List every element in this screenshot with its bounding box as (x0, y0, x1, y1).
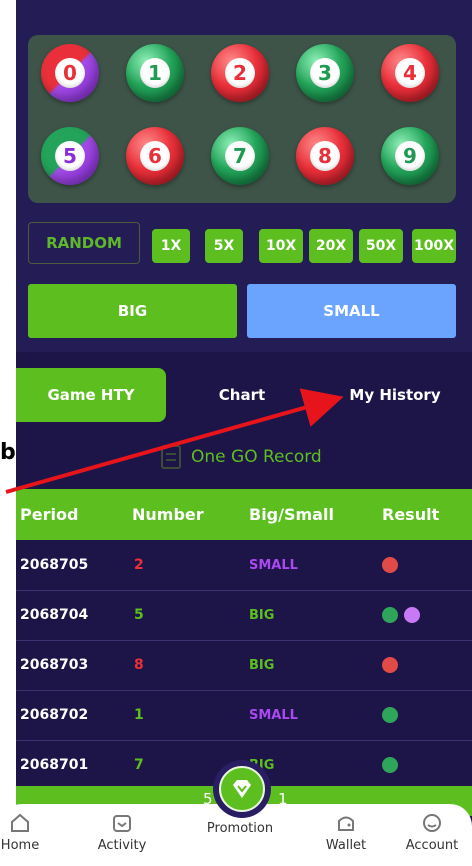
nav-account-label: Account (405, 838, 459, 853)
result-cell (382, 640, 398, 690)
nav-wallet-label: Wallet (325, 838, 367, 853)
promotion-ring (219, 766, 265, 812)
header-number: Number (132, 505, 204, 524)
nav-wallet[interactable]: Wallet (306, 812, 386, 853)
nav-activity[interactable]: Activity (82, 812, 162, 853)
period-cell: 2068702 (20, 707, 89, 723)
table-row: 2068702 1 SMALL (16, 690, 472, 741)
table-row: 2068705 2 SMALL (16, 540, 472, 591)
result-dot-green (382, 707, 398, 723)
number-ball-6[interactable]: 6 (126, 127, 184, 185)
result-dot-red (382, 557, 398, 573)
number-ball-7[interactable]: 7 (211, 127, 269, 185)
ball-number-label: 7 (225, 141, 255, 171)
period-cell: 2068701 (20, 757, 89, 773)
overlay-text: b (0, 440, 16, 465)
big-small-cell: SMALL (249, 707, 298, 723)
period-cell: 2068705 (20, 557, 89, 573)
result-dot-purple (404, 607, 420, 623)
activity-icon (113, 815, 131, 832)
ball-number-label: 9 (395, 141, 425, 171)
ball-number-label: 0 (55, 58, 85, 88)
multiplier-10x-button[interactable]: 10X (259, 229, 303, 263)
header-result: Result (382, 505, 440, 524)
small-button[interactable]: SMALL (247, 284, 456, 338)
number-ball-2[interactable]: 2 (211, 44, 269, 102)
ball-number-label: 1 (140, 58, 170, 88)
period-cell: 2068703 (20, 657, 89, 673)
tab-game-hty[interactable]: Game HTY (16, 368, 166, 422)
result-dot-red (382, 657, 398, 673)
number-ball-4[interactable]: 4 (381, 44, 439, 102)
number-ball-0[interactable]: 0 (41, 44, 99, 102)
header-big-small: Big/Small (249, 505, 334, 524)
big-button[interactable]: BIG (28, 284, 237, 338)
table-row: 2068703 8 BIG (16, 640, 472, 691)
nav-promotion[interactable]: Promotion (200, 821, 280, 836)
wallet-icon (338, 816, 354, 831)
number-ball-1[interactable]: 1 (126, 44, 184, 102)
ball-number-label: 3 (310, 58, 340, 88)
number-cell: 8 (134, 657, 144, 673)
ball-number-label: 8 (310, 141, 340, 171)
multiplier-1x-button[interactable]: 1X (152, 229, 190, 263)
account-icon (423, 814, 441, 832)
result-dot-green (382, 757, 398, 773)
record-tabs: Game HTY Chart My History (16, 368, 472, 422)
multiplier-50x-button[interactable]: 50X (359, 229, 403, 263)
number-cell: 2 (134, 557, 144, 573)
table-row: 2068704 5 BIG (16, 590, 472, 641)
home-icon (11, 813, 29, 832)
record-icon (161, 445, 181, 469)
ball-number-label: 6 (140, 141, 170, 171)
betting-panel: 0 1 2 3 4 5 6 7 8 9 RANDOM 1X 5X 10X 20X 50X 100X… (16, 0, 472, 352)
number-ball-3[interactable]: 3 (296, 44, 354, 102)
result-dot-green (382, 607, 398, 623)
diamond-icon (233, 780, 251, 798)
period-cell: 2068704 (20, 607, 89, 623)
number-ball-9[interactable]: 9 (381, 127, 439, 185)
result-cell (382, 690, 398, 740)
result-cell (382, 540, 398, 590)
nav-promotion-label: Promotion (206, 821, 274, 836)
game-screen: 0 1 2 3 4 5 6 7 8 9 RANDOM 1X 5X 10X 20X 50X 100X… (16, 0, 472, 866)
tab-my-history[interactable]: My History (318, 368, 472, 422)
result-cell (382, 590, 420, 640)
number-ball-5[interactable]: 5 (41, 127, 99, 185)
random-button[interactable]: RANDOM (28, 222, 140, 264)
tab-chart[interactable]: Chart (166, 368, 318, 422)
number-cell: 5 (134, 607, 144, 623)
multiplier-100x-button[interactable]: 100X (412, 229, 456, 263)
ball-number-label: 2 (225, 58, 255, 88)
number-cell: 1 (134, 707, 144, 723)
promotion-button[interactable] (213, 760, 271, 818)
nav-account[interactable]: Account (392, 812, 472, 853)
header-period: Period (20, 505, 79, 524)
number-cell: 7 (134, 757, 144, 773)
number-balls-grid: 0 1 2 3 4 5 6 7 8 9 (28, 35, 456, 203)
nav-home[interactable]: Home (0, 812, 60, 853)
record-title: One GO Record (161, 440, 322, 474)
big-small-cell: SMALL (249, 557, 298, 573)
nav-home-label: Home (0, 838, 40, 853)
nav-activity-label: Activity (97, 838, 147, 853)
table-header: Period Number Big/Small Result (16, 489, 472, 540)
big-small-cell: BIG (249, 657, 275, 673)
result-cell (382, 740, 398, 790)
big-small-cell: BIG (249, 607, 275, 623)
multiplier-20x-button[interactable]: 20X (309, 229, 353, 263)
number-ball-8[interactable]: 8 (296, 127, 354, 185)
record-title-text: One GO Record (191, 447, 322, 467)
ball-number-label: 4 (395, 58, 425, 88)
multiplier-5x-button[interactable]: 5X (205, 229, 243, 263)
ball-number-label: 5 (55, 141, 85, 171)
